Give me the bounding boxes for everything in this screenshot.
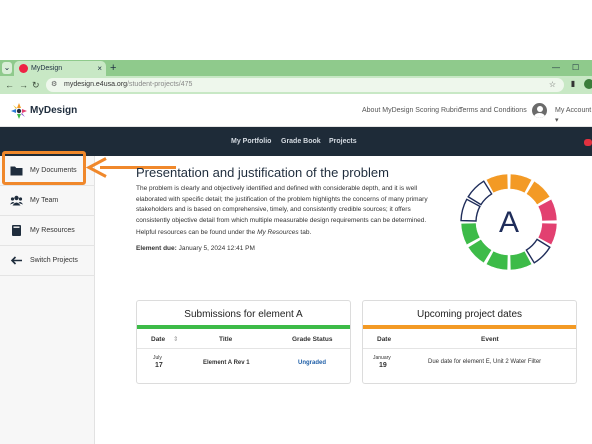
sidebar-item-label: My Resources [30,227,75,234]
sidebar-item-my-resources[interactable]: My Resources [0,216,95,246]
url-domain: mydesign.e4usa.org [64,81,128,88]
arrow-left-icon [10,256,22,265]
row-month: July [153,355,162,361]
back-button[interactable]: ← [5,77,14,93]
profile-avatar[interactable] [584,79,592,89]
favicon-icon [19,64,28,73]
help-suffix: tab. [298,229,312,236]
column-header-date[interactable]: Date [151,335,165,345]
site-info-icon[interactable]: ⚙ [51,80,61,90]
sidebar-item-label: My Team [30,197,59,204]
nav-grade-book[interactable]: Grade Book [281,137,321,147]
progress-seg-2 [526,180,551,205]
annotation-arrow-head-icon [86,157,107,178]
divider [137,348,350,349]
sidebar-item-my-team[interactable]: My Team [0,186,95,216]
tab-title: MyDesign [31,65,63,72]
annotation-highlight-box [2,151,86,185]
my-account-menu[interactable]: My Account ▾ [555,106,592,126]
notification-badge[interactable] [584,139,592,146]
new-tab-button[interactable]: + [110,61,116,75]
maximize-button[interactable]: ☐ [572,61,579,75]
submissions-title: Submissions for element A [184,309,303,320]
terms-link[interactable]: Terms and Conditions [459,106,527,116]
user-avatar-icon[interactable] [532,103,547,118]
column-header-event: Event [481,336,499,343]
submissions-accent-bar [137,325,350,329]
my-resources-reference: My Resources [257,229,299,236]
nav-my-portfolio[interactable]: My Portfolio [231,137,271,147]
url-text: mydesign.e4usa.org/student-projects/475 [64,78,192,92]
sidebar: My Documents My Team My Resources Switch… [0,156,95,444]
ring-letter: A [499,206,519,239]
element-description: The problem is clearly and objectively i… [136,185,428,224]
row-grade-status[interactable]: Ungraded [298,359,326,367]
divider [363,348,576,349]
column-header-grade-status: Grade Status [292,336,333,343]
sidebar-item-label: Switch Projects [30,257,78,264]
column-header-date: Date [377,336,392,343]
side-panel-icon[interactable]: ▮ [568,79,578,89]
helpful-resources-text: Helpful resources can be found under the… [136,228,311,238]
screen: ⌄ MyDesign × + — ☐ ← → ↻ ⚙ mydesign.e4us… [0,0,592,444]
row-month: January [373,355,391,361]
progress-seg-5 [525,238,551,264]
tab-list-button[interactable]: ⌄ [2,62,12,74]
bookmark-star-icon[interactable]: ☆ [549,78,556,92]
progress-seg-11 [467,180,493,206]
sort-icon[interactable]: ⇕ [173,335,178,345]
page-title: Presentation and justification of the pr… [136,165,389,180]
row-event: Due date for element E, Unit 2 Water Fil… [428,359,542,365]
reload-button[interactable]: ↻ [32,77,40,93]
minimize-button[interactable]: — [552,61,560,75]
upcoming-title: Upcoming project dates [416,309,523,320]
upcoming-dates-card: Upcoming project dates Date Event Januar… [362,300,577,384]
element-progress-ring: A [460,173,558,271]
url-path: /student-projects/475 [127,81,193,88]
address-bar[interactable]: ⚙ mydesign.e4usa.org/student-projects/47… [46,78,564,92]
logo-text[interactable]: MyDesign [30,104,77,118]
tab-close-icon[interactable]: × [97,62,102,75]
element-due: Element due: January 5, 2024 12:41 PM [136,244,255,254]
help-prefix: Helpful resources can be found under the [136,229,258,236]
browser-tab[interactable]: MyDesign × [14,61,106,76]
row-day: 19 [379,362,387,369]
book-icon [12,225,21,236]
progress-seg-8 [467,239,492,264]
row-day: 17 [155,362,163,369]
column-header-title: Title [219,336,233,343]
mydesign-logo-icon[interactable] [10,102,28,120]
scoring-rubric-link[interactable]: About MyDesign Scoring Rubric [362,106,461,116]
due-label: Element due: [136,245,177,252]
upcoming-accent-bar [363,325,576,329]
forward-button[interactable]: → [19,77,28,93]
due-value: January 5, 2024 12:41 PM [178,245,255,252]
submissions-card: Submissions for element A Date ⇕ Title G… [136,300,351,384]
sidebar-item-switch-projects[interactable]: Switch Projects [0,246,95,276]
row-title: Element A Rev 1 [203,360,250,366]
team-icon [10,195,23,206]
nav-projects[interactable]: Projects [329,137,357,147]
